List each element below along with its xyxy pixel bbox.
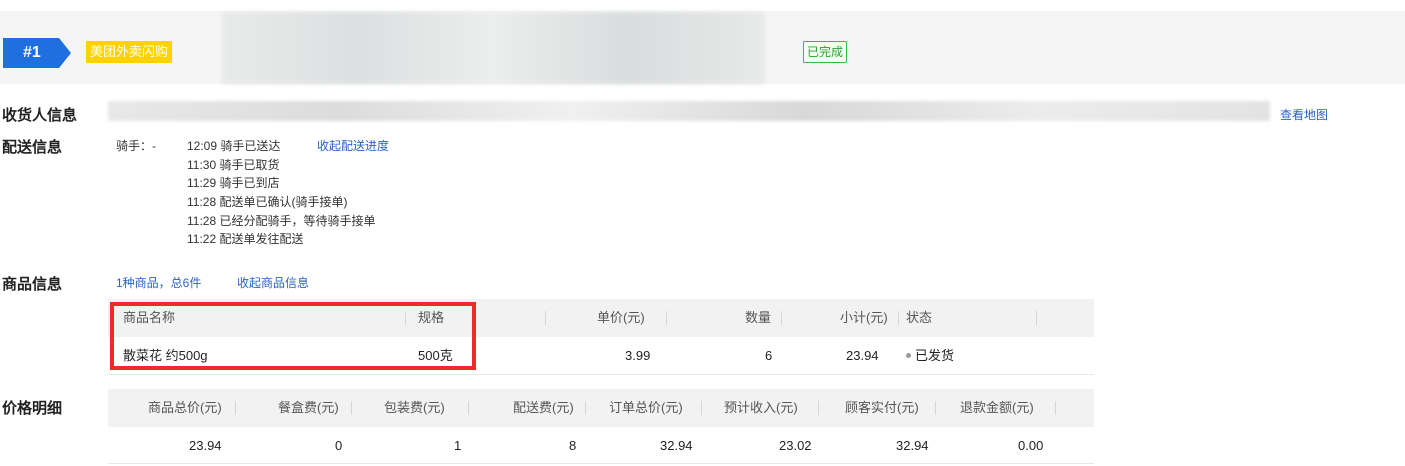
col-status: 状态 [906, 310, 933, 325]
goods-status: 已发货 [906, 337, 954, 375]
price-label: 价格明细 [2, 400, 63, 417]
order-header: #1 美团外卖闪购 已完成 [0, 11, 1405, 84]
col-refund: 退款金额(元) [960, 400, 1034, 415]
price-table: 商品总价(元) 餐盒费(元) 包装费(元) 配送费(元) 订单总价(元) 预计收… [108, 389, 1094, 464]
goods-status-text: 已发货 [915, 348, 955, 363]
customer-paid-value: 32.94 [896, 438, 929, 453]
order-number-badge: #1 [3, 38, 71, 68]
goods-total-value: 23.94 [189, 438, 222, 453]
highlight-box [110, 302, 476, 370]
col-qty: 数量 [745, 310, 772, 325]
order-number: #1 [23, 44, 41, 61]
col-separator [545, 311, 546, 325]
order-status-badge: 已完成 [803, 41, 848, 63]
pack-fee-value: 1 [454, 438, 462, 453]
track-event: 11:28 配送单已确认(骑手接单) [187, 195, 348, 210]
track-event: 11:22 配送单发往配送 [187, 232, 304, 247]
col-separator [1036, 311, 1037, 325]
goods-summary-link[interactable]: 1种商品，总6件 [116, 274, 201, 291]
col-separator [1055, 401, 1056, 415]
col-separator [351, 401, 352, 415]
col-pack-fee: 包装费(元) [384, 400, 445, 415]
table-row: 23.94 0 1 8 32.94 23.02 32.94 0.00 [108, 427, 1094, 464]
col-separator [781, 311, 782, 325]
col-separator [666, 311, 667, 325]
goods-subtotal: 23.94 [846, 348, 879, 363]
price-table-header: 商品总价(元) 餐盒费(元) 包装费(元) 配送费(元) 订单总价(元) 预计收… [108, 389, 1094, 427]
view-map-link[interactable]: 查看地图 [1280, 106, 1328, 123]
refund-value: 0.00 [1018, 438, 1044, 453]
order-total-value: 32.94 [660, 438, 693, 453]
col-unit-price: 单价(元) [597, 310, 645, 325]
col-separator [468, 401, 469, 415]
delivery-label: 配送信息 [2, 139, 63, 156]
collapse-goods-link[interactable]: 收起商品信息 [237, 274, 309, 291]
track-event: 11:29 骑手已到店 [187, 176, 280, 191]
track-event: 11:30 骑手已取货 [187, 157, 280, 172]
delivery-fee-value: 8 [569, 438, 577, 453]
col-delivery-fee: 配送费(元) [513, 400, 574, 415]
col-subtotal: 小计(元) [840, 310, 888, 325]
status-dot-icon [906, 353, 911, 359]
goods-label: 商品信息 [2, 276, 63, 293]
col-separator [235, 401, 236, 415]
goods-unit-price: 3.99 [625, 348, 651, 363]
col-goods-total: 商品总价(元) [148, 400, 222, 415]
blurred-order-details [222, 12, 765, 84]
box-fee-value: 0 [335, 438, 343, 453]
col-order-total: 订单总价(元) [609, 400, 683, 415]
est-income-value: 23.02 [779, 438, 812, 453]
col-separator [701, 401, 702, 415]
goods-qty: 6 [765, 348, 773, 363]
collapse-delivery-link[interactable]: 收起配送进度 [317, 137, 389, 154]
rider-text: 骑手：- [116, 139, 156, 153]
track-event: 11:28 已经分配骑手，等待骑手接单 [187, 213, 376, 228]
col-separator [818, 401, 819, 415]
consignee-label: 收货人信息 [2, 107, 78, 124]
platform-tag: 美团外卖闪购 [86, 41, 173, 63]
blurred-consignee-info [108, 101, 1270, 121]
col-box-fee: 餐盒费(元) [278, 400, 339, 415]
col-est-income: 预计收入(元) [724, 400, 798, 415]
col-separator [935, 401, 936, 415]
col-separator [585, 401, 586, 415]
col-customer-paid: 顾客实付(元) [845, 400, 919, 415]
col-separator [898, 311, 899, 325]
